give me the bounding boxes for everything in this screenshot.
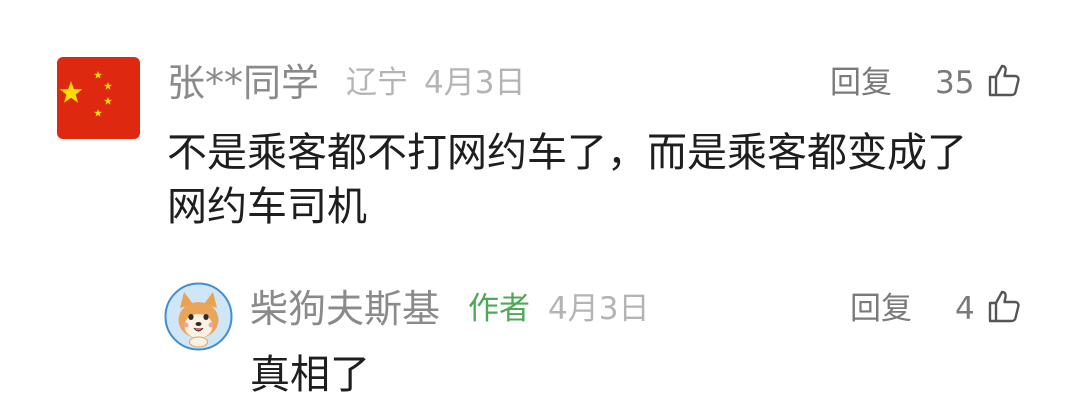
- china-flag-icon: [57, 57, 140, 139]
- author-badge: 作者: [468, 291, 530, 327]
- comment-username[interactable]: 张**同学: [167, 64, 319, 102]
- comment-text: 不是乘客都不打网约车了，而是乘客都变成了 网约车司机: [167, 130, 967, 230]
- avatar[interactable]: [57, 57, 140, 139]
- reply-username[interactable]: 柴狗夫斯基: [250, 290, 440, 328]
- reply-button[interactable]: 回复: [850, 294, 912, 325]
- like-count: 4: [955, 291, 975, 327]
- comment-item: 张**同学 辽宁 4月3日 回复 35 不是乘客都不打网约车了，而是乘客都变成了…: [0, 0, 1080, 260]
- like-count: 35: [935, 65, 975, 101]
- reply-button[interactable]: 回复: [830, 68, 892, 99]
- reply-text: 真相了: [250, 352, 370, 398]
- reply-item: 柴狗夫斯基 作者 4月3日 回复 4 真相了: [0, 260, 1080, 414]
- avatar[interactable]: [164, 282, 233, 351]
- thumbs-up-icon[interactable]: [986, 288, 1022, 324]
- comment-region: 辽宁: [346, 65, 408, 101]
- comment-date: 4月3日: [424, 65, 526, 101]
- thumbs-up-icon[interactable]: [986, 62, 1022, 98]
- shiba-dog-avatar-icon: [164, 282, 233, 351]
- reply-date: 4月3日: [548, 291, 650, 327]
